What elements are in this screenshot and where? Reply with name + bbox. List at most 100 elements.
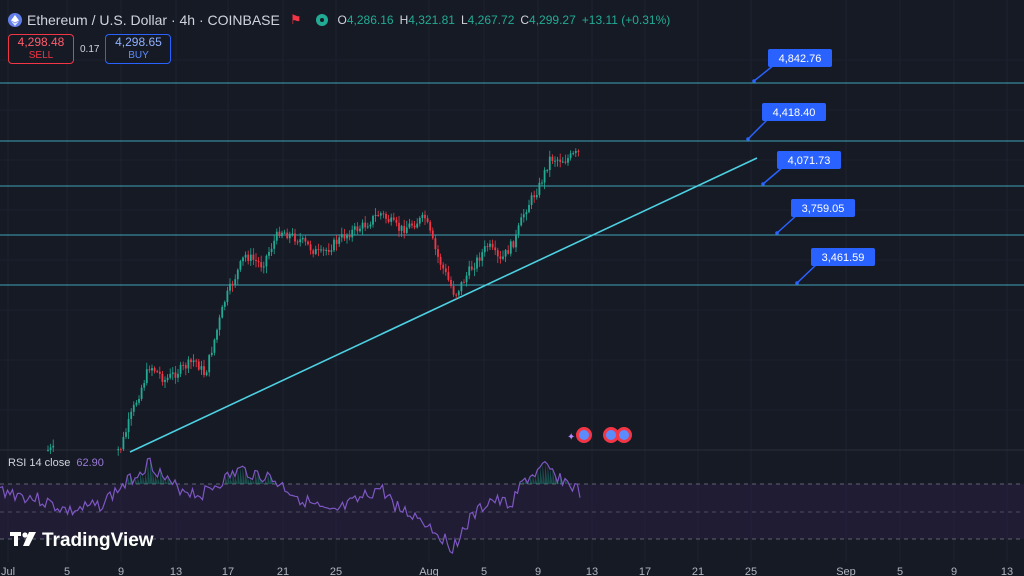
candle-body [465, 275, 468, 283]
candle-body [307, 241, 309, 245]
candle-body [320, 249, 322, 251]
label-anchor [795, 281, 799, 285]
event-flag-icon[interactable] [606, 430, 616, 440]
candle-body [177, 373, 179, 378]
candle-body [372, 216, 374, 225]
candle-body [455, 294, 458, 296]
candle-body [273, 240, 276, 249]
candle-body [429, 221, 432, 231]
event-flag-icon[interactable] [619, 430, 629, 440]
candle-body [548, 156, 551, 171]
candle-body [184, 365, 187, 369]
symbol-title[interactable]: Ethereum / U.S. Dollar · 4h · COINBASE [27, 12, 280, 28]
sell-price: 4,298.48 [17, 35, 65, 49]
candle-body [197, 361, 200, 370]
candle-body [125, 432, 127, 437]
candle-body [522, 214, 525, 218]
candle-body [166, 377, 169, 380]
candle-body [138, 398, 140, 403]
candle-body [361, 222, 364, 229]
candle-body [541, 182, 543, 184]
candle-body [236, 269, 239, 280]
low-value: 4,267.72 [467, 13, 515, 27]
candle-body [156, 371, 159, 373]
candle-body [200, 366, 203, 370]
level-labels[interactable]: 4,842.76 4,418.40 4,071.73 3,759.05 3,461.59 [746, 49, 875, 285]
candle-body [174, 372, 177, 378]
label-connector [796, 263, 818, 284]
candle-body [447, 272, 450, 280]
candle-body [192, 360, 195, 363]
candle-body [426, 218, 429, 222]
candle-body [148, 369, 151, 371]
close-value: 4,299.27 [529, 13, 576, 27]
candle-body [187, 359, 190, 369]
candle-body [574, 150, 577, 154]
candle-body [153, 368, 156, 372]
market-status-icon[interactable] [315, 14, 328, 26]
tradingview-logo[interactable]: TradingView [10, 530, 154, 552]
candle-body [249, 254, 252, 261]
candle-body [512, 241, 515, 248]
candle-body [226, 290, 229, 302]
candle-body [507, 250, 510, 254]
sell-button[interactable]: 4,298.48 SELL [8, 34, 74, 64]
candle-body [434, 238, 437, 250]
candle-body [398, 222, 400, 231]
candle-body [119, 449, 122, 451]
candle-body [322, 249, 325, 251]
rsi-legend[interactable]: RSI 14 close 62.90 [8, 457, 104, 469]
candle-body [546, 170, 549, 172]
candle-body [369, 224, 372, 227]
candle-body [403, 225, 406, 233]
time-axis-label: 21 [692, 566, 704, 576]
candle-body [132, 404, 135, 412]
event-markers[interactable]: ✦ [567, 427, 632, 443]
candle-body [130, 411, 133, 420]
candle-body [151, 368, 153, 371]
candle-body [530, 195, 533, 205]
label-anchor [746, 137, 750, 141]
candle-body [49, 447, 52, 450]
candle-body [268, 251, 270, 256]
price-chart[interactable]: 4,842.76 4,418.40 4,071.73 3,759.05 3,461.59… [0, 0, 1024, 576]
candle-body [47, 449, 49, 451]
candle-body [325, 249, 328, 251]
candle-body [520, 217, 523, 226]
candle-body [127, 419, 130, 433]
candle-body [470, 266, 473, 270]
candle-body [452, 286, 455, 295]
label-anchor [752, 79, 756, 83]
label-anchor [775, 231, 779, 235]
candle-body [494, 247, 497, 251]
candle-body [538, 182, 541, 196]
candle-body [330, 250, 333, 252]
candle-body [265, 255, 268, 267]
candle-body [460, 282, 463, 292]
buy-button[interactable]: 4,298.65 BUY [105, 34, 172, 64]
candle-body [213, 339, 216, 353]
label-anchor [761, 182, 765, 186]
time-axis-label: Jul [1, 566, 15, 576]
flag-icon[interactable]: ⚑ [290, 12, 302, 28]
candle-body [468, 266, 471, 276]
price-level-text: 4,071.73 [788, 155, 831, 167]
time-axis-label: 25 [330, 566, 342, 576]
candle-body [338, 237, 341, 244]
candle-body [554, 160, 556, 162]
candle-body [161, 373, 164, 382]
candle-body [231, 283, 234, 286]
candle-body [257, 261, 260, 263]
candle-body [483, 246, 486, 253]
candle-body [135, 402, 138, 405]
event-flag-icon[interactable] [579, 430, 589, 440]
candle-body [335, 239, 338, 244]
spread-value: 0.17 [80, 43, 100, 55]
candle-body [122, 436, 125, 450]
high-value: 4,321.81 [408, 13, 455, 27]
candle-body [252, 254, 255, 260]
candle-body [374, 214, 377, 217]
candle-body [413, 225, 416, 228]
candle-body [478, 257, 481, 261]
candle-body [117, 449, 120, 451]
